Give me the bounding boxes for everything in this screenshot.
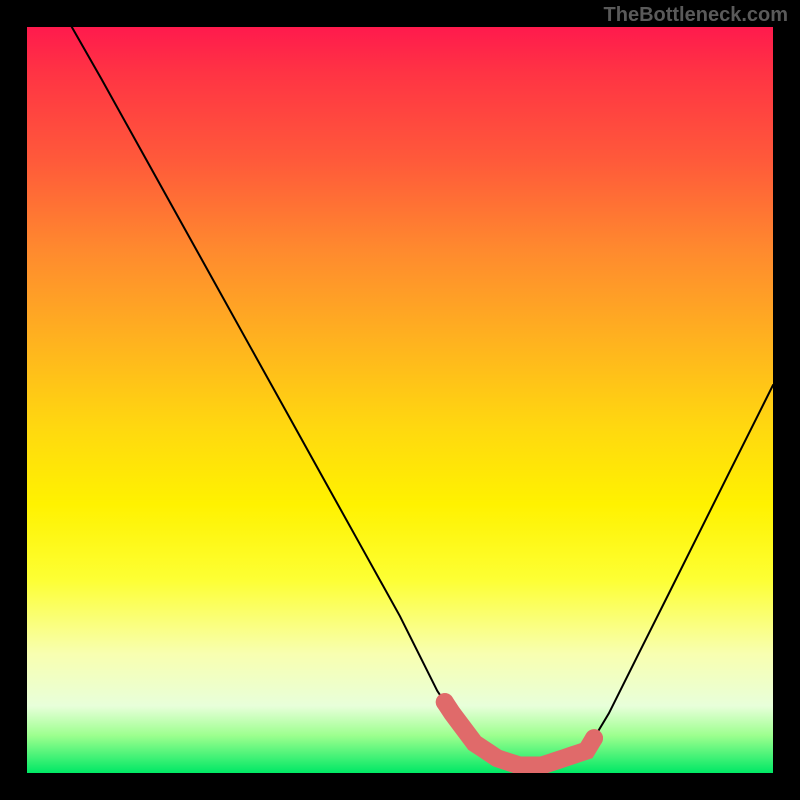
bottleneck-curve-line (72, 27, 773, 766)
watermark-text: TheBottleneck.com (604, 4, 788, 27)
sweet-spot-dot-left (436, 693, 454, 711)
sweet-spot-band (445, 702, 594, 765)
sweet-spot-dot-right (585, 729, 603, 747)
plot-area (27, 27, 773, 773)
chart-svg (27, 27, 773, 773)
